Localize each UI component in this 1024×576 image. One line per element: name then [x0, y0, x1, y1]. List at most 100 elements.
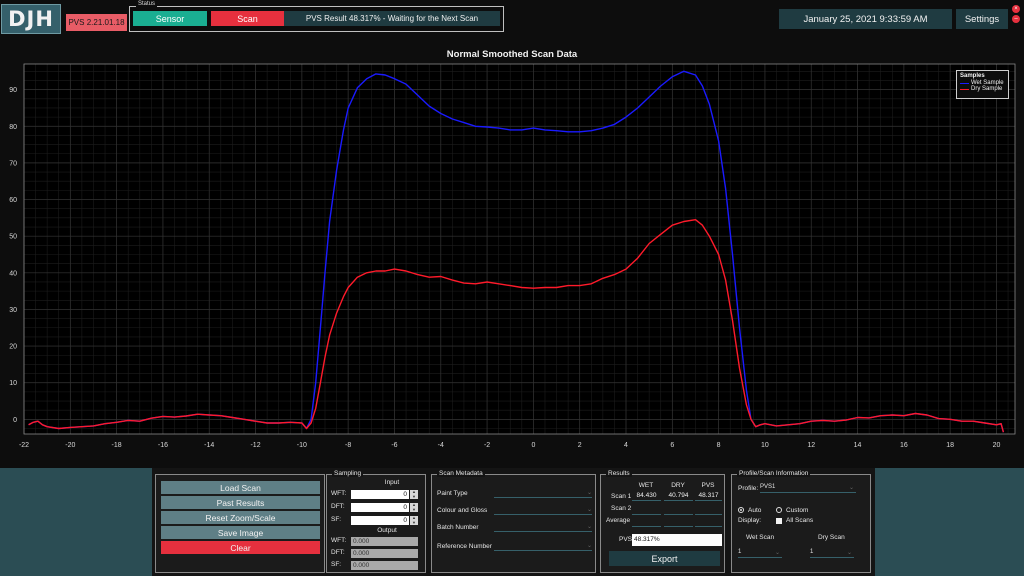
app-window: DJH PVS 2.21.01.18 Status Sensor Scan PV…	[0, 0, 1024, 576]
actions-group: Load Scan Past Results Reset Zoom/Scale …	[155, 474, 325, 573]
dry-scan-dropdown[interactable]: 1 ⌄	[810, 549, 854, 558]
x-tick-label: 6	[670, 442, 674, 449]
batch-number-dropdown[interactable]: ⌄	[494, 523, 592, 532]
status-message: PVS Result 48.317% - Waiting for the Nex…	[284, 11, 500, 26]
x-tick-label: 14	[854, 442, 862, 449]
pvs-label: PVS	[619, 536, 633, 543]
all-scans-label: All Scans	[786, 517, 814, 524]
wet-scan-label: Wet Scan	[746, 534, 775, 541]
chevron-down-icon: ⌄	[586, 524, 592, 530]
average-pvs-value	[695, 526, 722, 527]
datetime-display: January 25, 2021 9:33:59 AM	[779, 9, 952, 29]
average-label: Average	[606, 517, 631, 524]
y-tick-label: 10	[9, 380, 17, 387]
sensor-button[interactable]: Sensor	[133, 11, 207, 26]
scan1-label: Scan 1	[611, 493, 632, 500]
dft-input[interactable]: 0	[351, 503, 409, 512]
sampling-group: Sampling Input WFT: 0 ▲ ▼ DFT: 0 ▲ ▼ SF: 0…	[326, 470, 426, 573]
version-badge: PVS 2.21.01.18	[66, 14, 127, 31]
pvs-result-field[interactable]: 48.317%	[632, 534, 722, 546]
settings-button[interactable]: Settings	[956, 9, 1008, 29]
x-tick-label: 20	[993, 442, 1001, 449]
y-tick-label: 80	[9, 124, 17, 131]
x-tick-label: -2	[484, 442, 490, 449]
colour-gloss-dropdown[interactable]: ⌄	[494, 506, 592, 515]
dft-output-label: DFT:	[331, 549, 345, 556]
wft-input-label: WFT:	[331, 490, 347, 497]
results-legend: Results	[606, 470, 632, 477]
chevron-down-icon: ⌄	[586, 507, 592, 513]
pvs-header: PVS	[701, 482, 715, 489]
y-tick-label: 30	[9, 307, 17, 314]
y-tick-label: 70	[9, 160, 17, 167]
sf-output: 0.000	[351, 561, 418, 570]
custom-radio[interactable]	[776, 507, 782, 513]
x-tick-label: 0	[531, 442, 535, 449]
minimize-icon[interactable]: –	[1012, 15, 1020, 23]
paint-type-dropdown[interactable]: ⌄	[494, 489, 592, 498]
dft-input-label: DFT:	[331, 503, 345, 510]
scan-button[interactable]: Scan	[211, 11, 284, 26]
chevron-down-icon: ⌄	[774, 550, 780, 556]
display-label: Display:	[738, 517, 762, 524]
dry-scan-value: 1	[810, 549, 814, 555]
average-wet-value	[632, 526, 661, 527]
x-tick-label: -6	[391, 442, 397, 449]
export-button[interactable]: Export	[609, 551, 720, 566]
wet-scan-dropdown[interactable]: 1 ⌄	[738, 549, 782, 558]
clear-button[interactable]: Clear	[161, 541, 320, 554]
custom-label: Custom	[786, 507, 809, 514]
chevron-down-icon: ⌄	[586, 543, 592, 549]
control-area: Load Scan Past Results Reset Zoom/Scale …	[152, 468, 875, 576]
profile-label: Profile:	[738, 485, 759, 492]
y-tick-label: 0	[13, 417, 17, 424]
all-scans-checkbox[interactable]	[776, 518, 782, 524]
wft-input[interactable]: 0	[351, 490, 409, 499]
scan2-wet-value	[632, 514, 661, 515]
auto-radio[interactable]	[738, 507, 744, 513]
x-tick-label: 12	[807, 442, 815, 449]
load-scan-button[interactable]: Load Scan	[161, 481, 320, 494]
x-tick-label: -20	[65, 442, 75, 449]
dft-spinner[interactable]: ▲ ▼	[410, 502, 418, 512]
scan-metadata-group: Scan Metadata Paint Type ⌄ Colour and Gl…	[431, 470, 596, 573]
y-tick-label: 20	[9, 344, 17, 351]
colour-gloss-label: Colour and Gloss	[437, 507, 488, 514]
plot-area	[24, 64, 1015, 434]
results-group: Results WET DRY PVS Scan 1 84.430 40.794…	[600, 470, 725, 573]
chevron-down-icon: ⌄	[846, 550, 852, 556]
wft-output: 0.000	[351, 537, 418, 546]
legend-item-dry: Dry Sample	[960, 86, 1005, 92]
y-tick-label: 40	[9, 270, 17, 277]
scan2-pvs-value	[695, 514, 722, 515]
y-tick-label: 60	[9, 197, 17, 204]
wft-spinner[interactable]: ▲ ▼	[410, 489, 418, 499]
wet-header: WET	[638, 482, 654, 489]
scan-chart[interactable]: -22 -20 -18 -16 -14 -12 -10 -8 -6 -4 -2 0 2 4 6 8 10 12 14…	[0, 60, 1024, 468]
paint-type-label: Paint Type	[437, 490, 468, 497]
chart-legend: Samples Wet Sample Dry Sample	[956, 70, 1009, 99]
past-results-button[interactable]: Past Results	[161, 496, 320, 509]
x-tick-label: -10	[297, 442, 307, 449]
chevron-down-icon: ⌄	[848, 485, 854, 491]
save-image-button[interactable]: Save Image	[161, 526, 320, 539]
bottom-panel: Load Scan Past Results Reset Zoom/Scale …	[0, 468, 1024, 576]
scan1-pvs-value: 48.317	[695, 492, 722, 501]
reset-zoom-button[interactable]: Reset Zoom/Scale	[161, 511, 320, 524]
scan1-dry-value: 40.794	[664, 492, 693, 501]
sf-spinner[interactable]: ▲ ▼	[410, 515, 418, 525]
y-tick-label: 90	[9, 87, 17, 94]
x-tick-label: 4	[624, 442, 628, 449]
sf-input[interactable]: 0	[351, 516, 409, 525]
dft-output: 0.000	[351, 549, 418, 558]
close-icon[interactable]: ×	[1012, 5, 1020, 13]
x-tick-label: -8	[345, 442, 351, 449]
reference-number-dropdown[interactable]: ⌄	[494, 542, 592, 551]
x-tick-label: -12	[250, 442, 260, 449]
scan2-label: Scan 2	[611, 505, 632, 512]
scan2-dry-value	[664, 514, 693, 515]
scan1-wet-value: 84.430	[632, 492, 661, 501]
profile-dropdown[interactable]: PVS1 ⌄	[760, 484, 856, 493]
chevron-down-icon: ⌄	[586, 490, 592, 496]
y-tick-label: 50	[9, 234, 17, 241]
